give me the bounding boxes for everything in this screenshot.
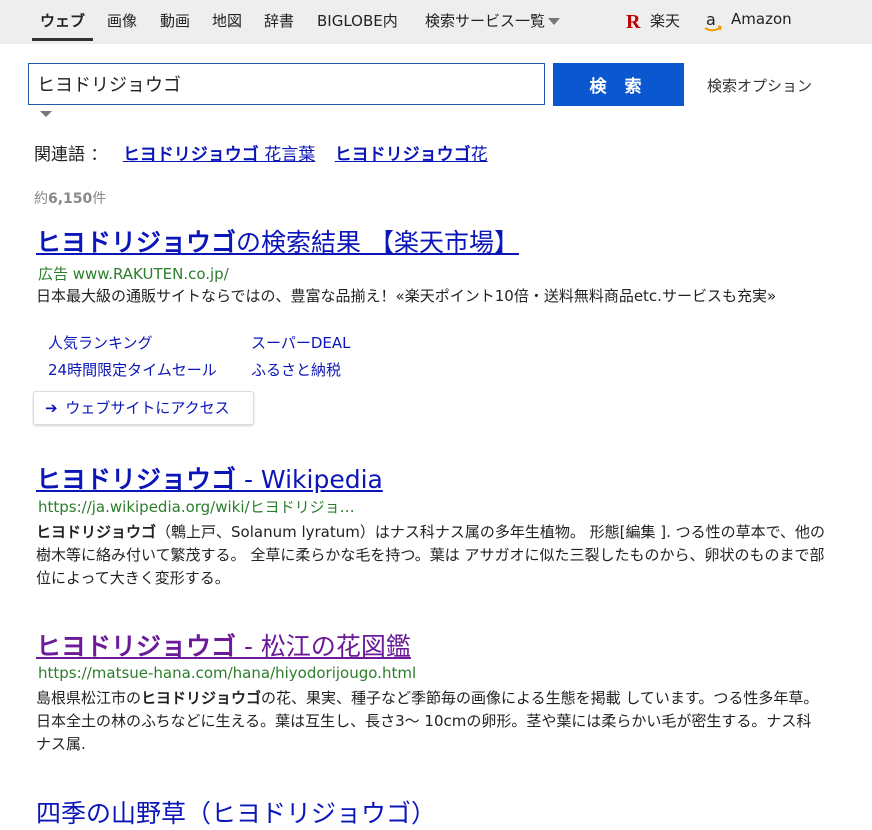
sitelink-timesale[interactable]: 24時間限定タイムセール — [48, 359, 217, 380]
sitelink-super-deal[interactable]: スーパーDEAL — [251, 332, 351, 353]
svg-text:a: a — [706, 10, 716, 29]
result-count: 約6,150件 — [34, 191, 107, 207]
search-button[interactable]: 検 索 — [553, 63, 684, 106]
nav-tab-images[interactable]: 画像 — [107, 10, 137, 31]
nav-tab-biglobe[interactable]: BIGLOBE内 — [317, 10, 398, 31]
chevron-down-icon — [548, 18, 561, 25]
arrow-right-icon: ➔ — [45, 399, 58, 417]
ad-result-description: 日本最大級の通販サイトならではの、豊富な品揃え！«楽天ポイント10倍・送料無料商… — [36, 287, 777, 305]
sitelink-ranking[interactable]: 人気ランキング — [48, 332, 153, 353]
nav-services-menu[interactable]: 検索サービス一覧 — [425, 10, 561, 31]
nav-tab-dictionary[interactable]: 辞書 — [264, 10, 294, 31]
nav-tab-maps[interactable]: 地図 — [212, 10, 242, 31]
visit-website-label: ウェブサイトにアクセス — [65, 399, 230, 417]
related-terms: 関連語 ： ヒヨドリジョウゴ 花言葉 ヒヨドリジョウゴ花 — [34, 140, 488, 165]
search-input[interactable] — [28, 63, 545, 105]
sitelink-furusato[interactable]: ふるさと納税 — [251, 359, 341, 380]
related-label: 関連語 ： — [34, 145, 108, 165]
result-title-partial[interactable]: 四季の山野草（ヒヨドリジョウゴ） — [36, 794, 436, 830]
top-navigation-bar: ウェブ 画像 動画 地図 辞書 BIGLOBE内 検索サービス一覧 R 楽天 a… — [0, 0, 872, 44]
ad-result-url: 広告 www.RAKUTEN.co.jp/ — [38, 265, 229, 283]
result-title[interactable]: ヒヨドリジョウゴ - Wikipedia — [36, 460, 383, 496]
nav-tab-web[interactable]: ウェブ — [31, 10, 94, 41]
nav-rakuten-link[interactable]: 楽天 — [650, 10, 680, 31]
result-url: https://ja.wikipedia.org/wiki/ヒヨドリジョ… — [38, 498, 355, 516]
services-label: 検索サービス一覧 — [425, 12, 546, 30]
ad-result-title[interactable]: ヒヨドリジョウゴの検索結果 【楽天市場】 — [36, 223, 519, 259]
result-url: https://matsue-hana.com/hana/hiyodorijou… — [38, 664, 417, 682]
search-options-link[interactable]: 検索オプション — [707, 75, 812, 96]
amazon-logo-icon: a — [704, 10, 722, 32]
result-description: ヒヨドリジョウゴ（鵯上戸、Solanum lyratum）はナス科ナス属の多年生… — [36, 523, 826, 587]
result-description: 島根県松江市のヒヨドリジョウゴの花、果実、種子など季節毎の画像による生態を掲載 … — [36, 689, 819, 753]
nav-amazon-link[interactable]: Amazon — [731, 10, 792, 28]
nav-tab-videos[interactable]: 動画 — [160, 10, 190, 31]
suggest-dropdown-icon[interactable] — [40, 111, 52, 117]
related-link[interactable]: ヒヨドリジョウゴ 花言葉 — [123, 145, 315, 165]
related-link[interactable]: ヒヨドリジョウゴ花 — [335, 145, 488, 165]
visit-website-button[interactable]: ➔ ウェブサイトにアクセス — [33, 391, 254, 425]
result-title[interactable]: ヒヨドリジョウゴ - 松江の花図鑑 — [36, 627, 411, 663]
rakuten-logo-icon: R — [626, 11, 641, 33]
